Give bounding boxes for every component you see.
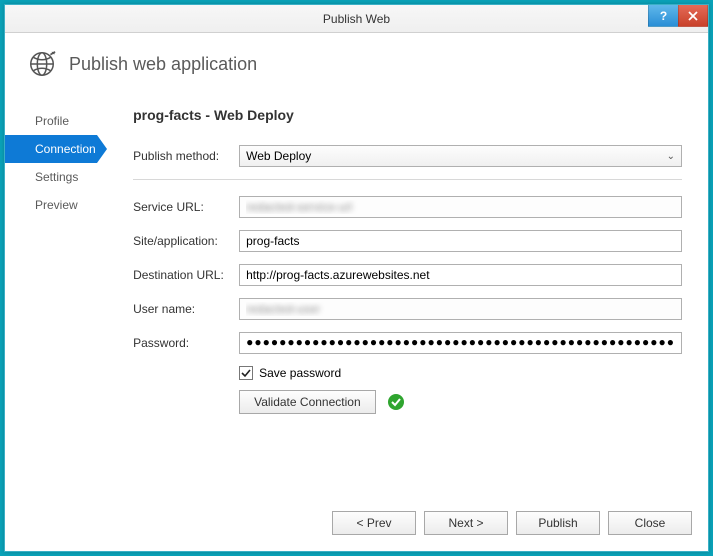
wizard-sidebar: Profile Connection Settings Preview [5,89,97,499]
close-window-button[interactable] [678,5,708,27]
validate-connection-button[interactable]: Validate Connection [239,390,376,414]
password-row: Password: ●●●●●●●●●●●●●●●●●●●●●●●●●●●●●●… [133,332,682,354]
chevron-down-icon: ⌄ [667,151,675,162]
destination-url-input[interactable] [239,264,682,286]
globe-icon [27,49,57,79]
save-password-checkbox[interactable] [239,366,253,380]
window-title: Publish Web [5,12,708,26]
sidebar-item-label: Connection [35,142,96,156]
site-app-input[interactable] [239,230,682,252]
service-url-input[interactable] [239,196,682,218]
password-input[interactable]: ●●●●●●●●●●●●●●●●●●●●●●●●●●●●●●●●●●●●●●●●… [239,332,682,354]
next-button[interactable]: Next > [424,511,508,535]
sidebar-item-profile[interactable]: Profile [5,107,97,135]
publish-method-label: Publish method: [133,149,239,163]
service-url-label: Service URL: [133,200,239,214]
destination-url-label: Destination URL: [133,268,239,282]
save-password-row: Save password [239,366,682,380]
site-app-row: Site/application: [133,230,682,252]
prev-button[interactable]: < Prev [332,511,416,535]
divider [133,179,682,180]
username-label: User name: [133,302,239,316]
close-icon [688,11,698,21]
dialog-window: Publish Web ? Publish web applic [4,4,709,552]
publish-method-value: Web Deploy [246,149,311,163]
dialog-title: Publish web application [69,54,257,75]
save-password-label: Save password [259,366,341,380]
publish-method-row: Publish method: Web Deploy ⌄ [133,145,682,167]
destination-url-row: Destination URL: [133,264,682,286]
service-url-row: Service URL: [133,196,682,218]
window-buttons: ? [648,5,708,27]
dialog-header: Publish web application [5,33,708,89]
validate-row: Validate Connection [239,390,682,414]
sidebar-item-settings[interactable]: Settings [5,163,97,191]
site-app-label: Site/application: [133,234,239,248]
check-icon [241,368,251,378]
dialog-footer: < Prev Next > Publish Close [5,499,708,551]
password-label: Password: [133,336,239,350]
username-input[interactable] [239,298,682,320]
page-title: prog-facts - Web Deploy [133,107,682,123]
sidebar-item-label: Settings [35,170,78,184]
wizard-content: prog-facts - Web Deploy Publish method: … [97,89,698,499]
validated-ok-icon [388,394,404,410]
titlebar: Publish Web ? [5,5,708,33]
help-button[interactable]: ? [648,5,678,27]
sidebar-item-label: Profile [35,114,69,128]
close-button[interactable]: Close [608,511,692,535]
dialog-body: Profile Connection Settings Preview prog… [5,89,708,499]
publish-method-select[interactable]: Web Deploy ⌄ [239,145,682,167]
sidebar-item-preview[interactable]: Preview [5,191,97,219]
sidebar-item-label: Preview [35,198,78,212]
sidebar-item-connection[interactable]: Connection [5,135,97,163]
username-row: User name: [133,298,682,320]
publish-button[interactable]: Publish [516,511,600,535]
